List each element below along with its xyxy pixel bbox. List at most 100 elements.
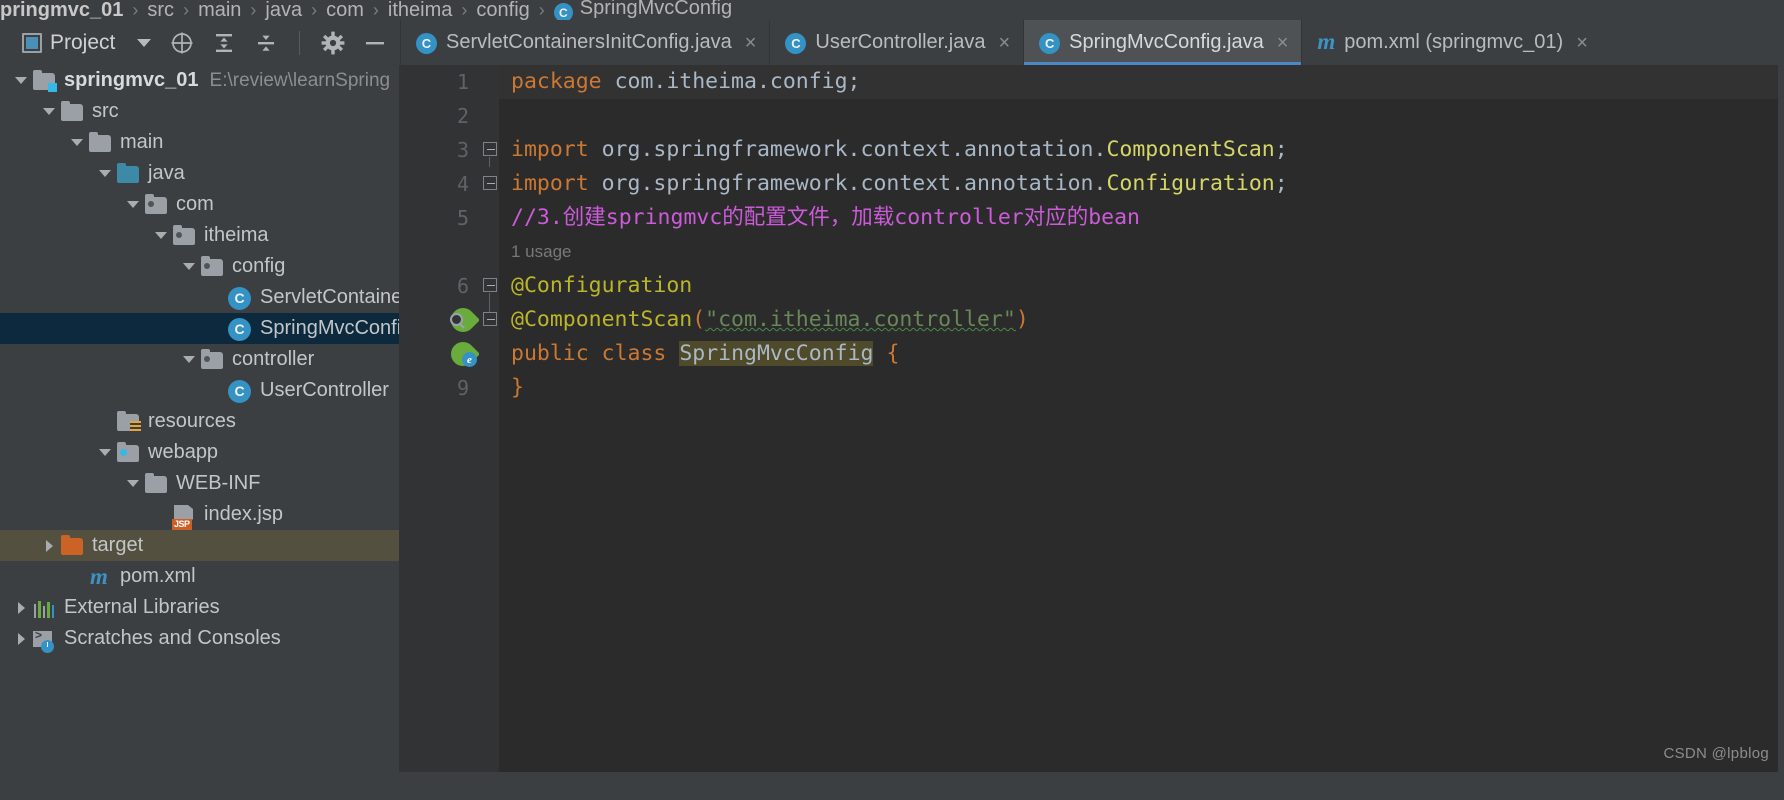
tree-node-springmvcconfig[interactable]: C SpringMvcConfig	[0, 313, 399, 344]
tree-node-label: pom.xml	[120, 565, 196, 587]
collapse-all-icon[interactable]	[251, 28, 281, 58]
breadcrumb[interactable]: pringmvc_01 › src › main › java › com › itheima › co…	[0, 0, 1784, 20]
project-tree-panel[interactable]: springmvc_01 E:\review\learnSpring src main…	[0, 65, 399, 772]
code-token: ;	[1274, 137, 1288, 162]
project-panel-button[interactable]: Project	[0, 20, 161, 65]
tree-node-pom-xml[interactable]: m pom.xml	[0, 561, 399, 592]
chevron-down-icon[interactable]	[94, 449, 116, 456]
hide-panel-icon[interactable]	[360, 28, 390, 58]
breadcrumb-item-config[interactable]: config	[476, 0, 529, 20]
code-line[interactable]	[499, 99, 1784, 133]
editor-tab-label: ServletContainersInitConfig.java	[446, 31, 732, 53]
fold-row[interactable]	[479, 371, 499, 405]
fold-row[interactable]	[479, 167, 499, 201]
close-icon[interactable]: ×	[1576, 33, 1588, 53]
close-icon[interactable]: ×	[1277, 33, 1289, 53]
tree-node-controller[interactable]: controller	[0, 344, 399, 375]
breadcrumb-item-label: SpringMvcConfig	[579, 0, 733, 19]
breadcrumb-item-label: java	[265, 0, 303, 20]
editor-tab-label: SpringMvcConfig.java	[1069, 31, 1264, 53]
editor-tab-springmvcconfig-java[interactable]: C SpringMvcConfig.java ×	[1023, 20, 1302, 65]
fold-row[interactable]	[479, 235, 499, 269]
editor-code-area[interactable]: package com.itheima.config; import org.sp…	[499, 65, 1784, 772]
tree-node-main[interactable]: main	[0, 127, 399, 158]
chevron-down-icon[interactable]	[10, 77, 32, 84]
breadcrumb-item-springmvcconfig[interactable]: C SpringMvcConfig	[553, 0, 733, 20]
chevron-down-icon[interactable]	[137, 38, 152, 47]
code-editor[interactable]: 1 2 3 4 5 6 78e 9 package com.itheima.config; im…	[399, 65, 1784, 772]
close-icon[interactable]: ×	[998, 33, 1010, 53]
fold-row[interactable]	[479, 99, 499, 133]
chevron-down-icon[interactable]	[150, 232, 172, 239]
tree-node-itheima[interactable]: itheima	[0, 220, 399, 251]
tree-node-external-libraries[interactable]: External Libraries	[0, 592, 399, 623]
fold-row[interactable]	[479, 303, 499, 337]
tree-node-src[interactable]: src	[0, 96, 399, 127]
code-line[interactable]: @Configuration	[499, 269, 1784, 303]
fold-collapse-icon[interactable]	[483, 176, 497, 190]
code-line[interactable]: import org.springframework.context.annot…	[499, 167, 1784, 201]
chevron-down-icon[interactable]	[122, 201, 144, 208]
spring-bean-icon[interactable]: e	[446, 337, 480, 371]
breadcrumb-separator: ›	[311, 0, 318, 20]
tree-node-scratches-and-consoles[interactable]: Scratches and Consoles	[0, 623, 399, 654]
chevron-down-icon[interactable]	[178, 356, 200, 363]
scratches-icon	[32, 627, 56, 653]
close-icon[interactable]: ×	[745, 33, 757, 53]
tree-node-usercontroller[interactable]: C UserController	[0, 375, 399, 406]
editor-tab-servletcontainersinitconfig-java[interactable]: C ServletContainersInitConfig.java ×	[400, 20, 769, 65]
chevron-down-icon[interactable]	[38, 108, 60, 115]
chevron-right-icon[interactable]	[10, 601, 32, 614]
tree-node-webapp[interactable]: webapp	[0, 437, 399, 468]
code-line[interactable]: }	[499, 371, 1784, 405]
code-line[interactable]: public class SpringMvcConfig {	[499, 337, 1784, 371]
editor-tab-label: UserController.java	[815, 31, 986, 53]
tree-node-target[interactable]: target	[0, 530, 399, 561]
tree-node-com[interactable]: com	[0, 189, 399, 220]
tree-node-config[interactable]: config	[0, 251, 399, 282]
fold-collapse-icon[interactable]	[483, 312, 497, 326]
select-opened-file-icon[interactable]	[167, 28, 197, 58]
breadcrumb-item-label: src	[147, 0, 175, 20]
editor-fold-strip[interactable]	[479, 65, 499, 772]
settings-gear-icon[interactable]	[318, 28, 348, 58]
chevron-down-icon[interactable]	[66, 139, 88, 146]
toolbar-divider	[299, 30, 301, 55]
chevron-down-icon[interactable]	[178, 263, 200, 270]
fold-row[interactable]	[479, 269, 499, 303]
chevron-right-icon[interactable]	[10, 632, 32, 645]
editor-gutter[interactable]: 1 2 3 4 5 6 78e 9	[399, 65, 480, 772]
breadcrumb-item-label: com	[326, 0, 364, 20]
breadcrumb-item-itheima[interactable]: itheima	[388, 0, 452, 20]
tree-node-resources[interactable]: resources	[0, 406, 399, 437]
usage-hint[interactable]: 1 usage	[499, 235, 1784, 269]
breadcrumb-separator: ›	[183, 0, 190, 20]
breadcrumb-item-pringmvc-01[interactable]: pringmvc_01	[0, 0, 123, 20]
breadcrumb-item-main[interactable]: main	[198, 0, 241, 20]
tree-node-servletcontainersinitconfig[interactable]: C ServletContainersInitConfig	[0, 282, 399, 313]
code-line[interactable]: package com.itheima.config;	[499, 65, 1784, 99]
chevron-right-icon[interactable]	[38, 539, 60, 552]
editor-tab-usercontroller-java[interactable]: C UserController.java ×	[769, 20, 1023, 65]
fold-row[interactable]	[479, 133, 499, 167]
fold-collapse-icon[interactable]	[483, 278, 497, 292]
tree-node-springmvc-01[interactable]: springmvc_01 E:\review\learnSpring	[0, 65, 399, 96]
chevron-down-icon[interactable]	[122, 480, 144, 487]
fold-collapse-icon[interactable]	[483, 142, 497, 156]
fold-row[interactable]	[479, 65, 499, 99]
fold-row[interactable]	[479, 337, 499, 371]
breadcrumb-item-src[interactable]: src	[147, 0, 174, 20]
tree-node-java[interactable]: java	[0, 158, 399, 189]
code-line[interactable]: @ComponentScan("com.itheima.controller")	[499, 303, 1784, 337]
expand-all-icon[interactable]	[209, 28, 239, 58]
tree-node-web-inf[interactable]: WEB-INF	[0, 468, 399, 499]
code-line[interactable]: import org.springframework.context.annot…	[499, 133, 1784, 167]
spring-search-icon[interactable]	[446, 303, 480, 337]
code-line[interactable]: //3.创建springmvc的配置文件，加载controller对应的bean	[499, 201, 1784, 235]
editor-tab-pom-xml-springmvc-01-[interactable]: m pom.xml (springmvc_01) ×	[1301, 20, 1601, 65]
breadcrumb-item-com[interactable]: com	[326, 0, 364, 20]
tree-node-index-jsp[interactable]: JSP index.jsp	[0, 499, 399, 530]
breadcrumb-item-java[interactable]: java	[265, 0, 302, 20]
fold-row[interactable]	[479, 201, 499, 235]
chevron-down-icon[interactable]	[94, 170, 116, 177]
